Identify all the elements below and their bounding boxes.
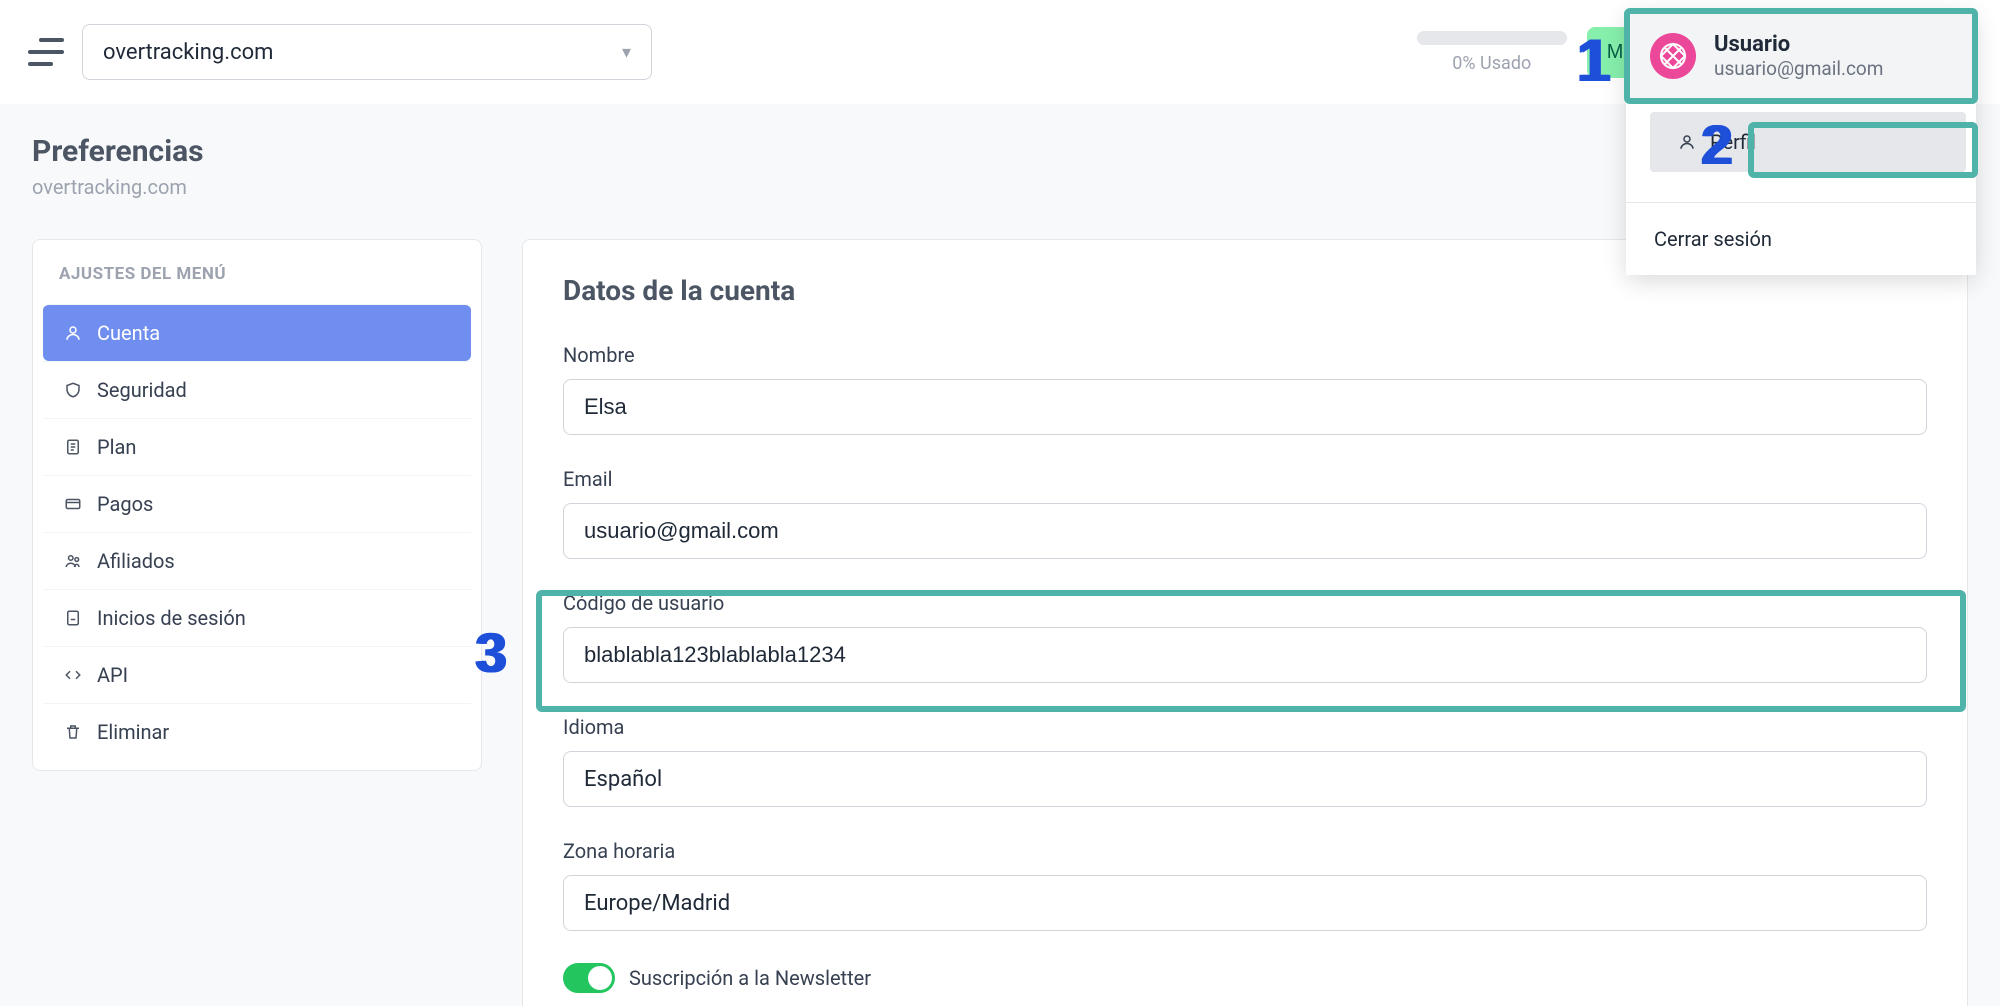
user-menu-popover: Usuario usuario@gmail.com Perfil Cerrar … (1626, 10, 1976, 275)
sidebar-item-label: Eliminar (97, 720, 169, 744)
sidebar-item-label: Inicios de sesión (97, 606, 246, 630)
field-timezone: Zona horaria Europe/Madrid (563, 839, 1927, 931)
sidebar-item-cuenta[interactable]: Cuenta (43, 304, 471, 361)
sidebar-item-label: Afiliados (97, 549, 175, 573)
sidebar-item-label: API (97, 663, 128, 687)
user-icon (1678, 133, 1696, 151)
user-menu-logout-label: Cerrar sesión (1654, 227, 1772, 251)
sidebar-heading: AJUSTES DEL MENÚ (43, 264, 471, 304)
language-value: Español (584, 767, 662, 792)
newsletter-row: Suscripción a la Newsletter (563, 963, 1927, 993)
user-menu-profile[interactable]: Perfil (1650, 112, 1966, 172)
timezone-value: Europe/Madrid (584, 891, 730, 916)
site-selector[interactable]: overtracking.com ▾ (82, 24, 652, 80)
sidebar-item-plan[interactable]: Plan (43, 418, 471, 475)
user-menu-logout[interactable]: Cerrar sesión (1626, 203, 1976, 275)
settings-sidebar: AJUSTES DEL MENÚ Cuenta Seguridad Plan P… (32, 239, 482, 771)
sidebar-item-api[interactable]: API (43, 646, 471, 703)
field-usercode-label: Código de usuario (563, 591, 1927, 615)
site-selector-value: overtracking.com (103, 40, 273, 65)
form-heading: Datos de la cuenta (563, 274, 1927, 307)
code-icon (63, 666, 83, 684)
user-name: Usuario (1714, 32, 1883, 57)
timezone-select[interactable]: Europe/Madrid (563, 875, 1927, 931)
sidebar-item-label: Plan (97, 435, 136, 459)
card-icon (63, 495, 83, 513)
field-timezone-label: Zona horaria (563, 839, 1927, 863)
users-icon (63, 552, 83, 570)
account-form-card: Datos de la cuenta Nombre Email Código d… (522, 239, 1968, 1006)
sidebar-item-eliminar[interactable]: Eliminar (43, 703, 471, 760)
language-select[interactable]: Español (563, 751, 1927, 807)
sidebar-item-label: Pagos (97, 492, 153, 516)
trash-icon (63, 723, 83, 741)
shield-icon (63, 381, 83, 399)
usercode-input[interactable] (563, 627, 1927, 683)
sidebar-item-label: Seguridad (97, 378, 187, 402)
sidebar-item-label: Cuenta (97, 321, 160, 345)
user-icon (63, 324, 83, 342)
chevron-down-icon: ▾ (622, 42, 631, 63)
page-icon (63, 609, 83, 627)
sidebar-item-pagos[interactable]: Pagos (43, 475, 471, 532)
sidebar-item-afiliados[interactable]: Afiliados (43, 532, 471, 589)
field-usercode: Código de usuario (563, 591, 1927, 683)
user-menu-header[interactable]: Usuario usuario@gmail.com (1626, 10, 1976, 102)
field-language: Idioma Español (563, 715, 1927, 807)
field-email-label: Email (563, 467, 1927, 491)
usage-indicator: 0% Usado (1417, 31, 1567, 74)
newsletter-label: Suscripción a la Newsletter (629, 966, 871, 990)
document-icon (63, 438, 83, 456)
sidebar-item-seguridad[interactable]: Seguridad (43, 361, 471, 418)
field-email: Email (563, 467, 1927, 559)
newsletter-toggle[interactable] (563, 963, 615, 993)
email-input[interactable] (563, 503, 1927, 559)
usage-text: 0% Usado (1417, 53, 1567, 74)
sidebar-item-inicios[interactable]: Inicios de sesión (43, 589, 471, 646)
field-name-label: Nombre (563, 343, 1927, 367)
name-input[interactable] (563, 379, 1927, 435)
user-email: usuario@gmail.com (1714, 57, 1883, 80)
field-language-label: Idioma (563, 715, 1927, 739)
field-name: Nombre (563, 343, 1927, 435)
avatar (1650, 33, 1696, 79)
user-info: Usuario usuario@gmail.com (1714, 32, 1883, 80)
usage-bar (1417, 31, 1567, 45)
page-body: AJUSTES DEL MENÚ Cuenta Seguridad Plan P… (0, 239, 2000, 1006)
user-menu-profile-label: Perfil (1710, 130, 1756, 154)
menu-toggle-icon[interactable] (28, 38, 64, 66)
